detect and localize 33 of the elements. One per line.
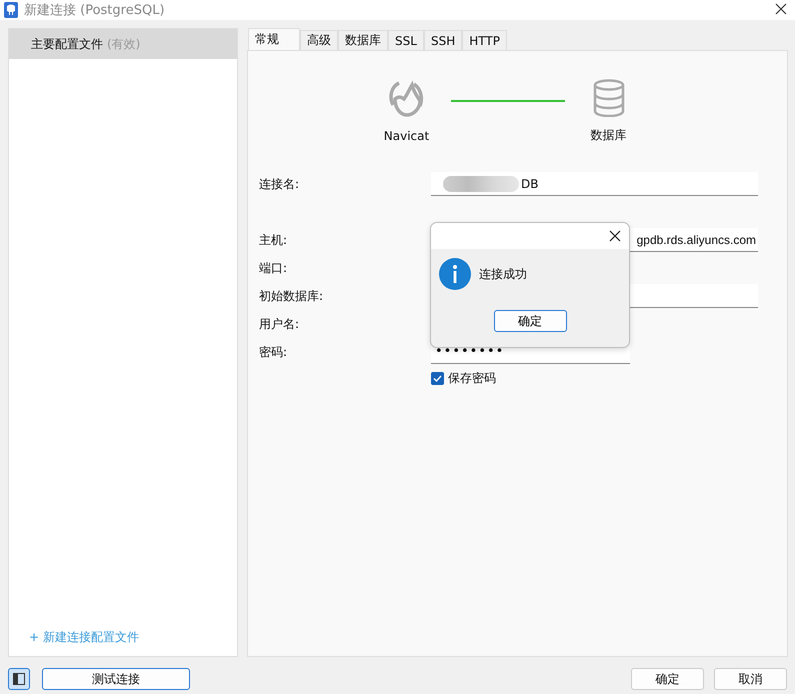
close-icon[interactable] [609, 230, 621, 242]
field-label: 端口: [259, 260, 288, 276]
database-label: 数据库 [590, 127, 626, 144]
field-label: 初始数据库: [259, 288, 324, 304]
test-connection-button[interactable]: 测试连接 [42, 668, 190, 690]
ok-button[interactable]: 确定 [631, 668, 704, 690]
cancel-button[interactable]: 取消 [714, 668, 787, 690]
field-label: 用户名: [259, 316, 300, 332]
navicat-label: Navicat [384, 129, 430, 143]
tab[interactable]: SSH [424, 30, 462, 50]
profile-name: 主要配置文件 [31, 36, 103, 52]
tab[interactable]: 常规 [248, 28, 300, 50]
panel-icon [13, 673, 25, 685]
info-icon [439, 258, 471, 290]
field-label: 主机: [259, 232, 288, 248]
field-value: DB [521, 176, 538, 190]
tab[interactable]: SSL [388, 30, 424, 50]
connection-name-field[interactable]: DB [431, 172, 758, 196]
close-icon[interactable] [775, 3, 787, 15]
checkbox-label: 保存密码 [448, 370, 496, 387]
profile-item[interactable]: 主要配置文件 (有效) [9, 29, 237, 59]
checkbox[interactable] [431, 372, 444, 385]
tab[interactable]: HTTP [462, 30, 507, 50]
database-icon [592, 79, 624, 117]
field-label: 连接名: [259, 176, 300, 192]
sidebar-toggle-button[interactable] [8, 668, 30, 690]
field-label: 密码: [259, 344, 288, 360]
ok-button[interactable]: 确定 [494, 310, 566, 332]
tab[interactable]: 高级 [300, 30, 338, 50]
message-text: 连接成功 [479, 266, 527, 282]
tab[interactable]: 数据库 [338, 30, 388, 50]
profile-status: (有效) [107, 36, 140, 52]
window-title: 新建连接 (PostgreSQL) [24, 2, 165, 19]
